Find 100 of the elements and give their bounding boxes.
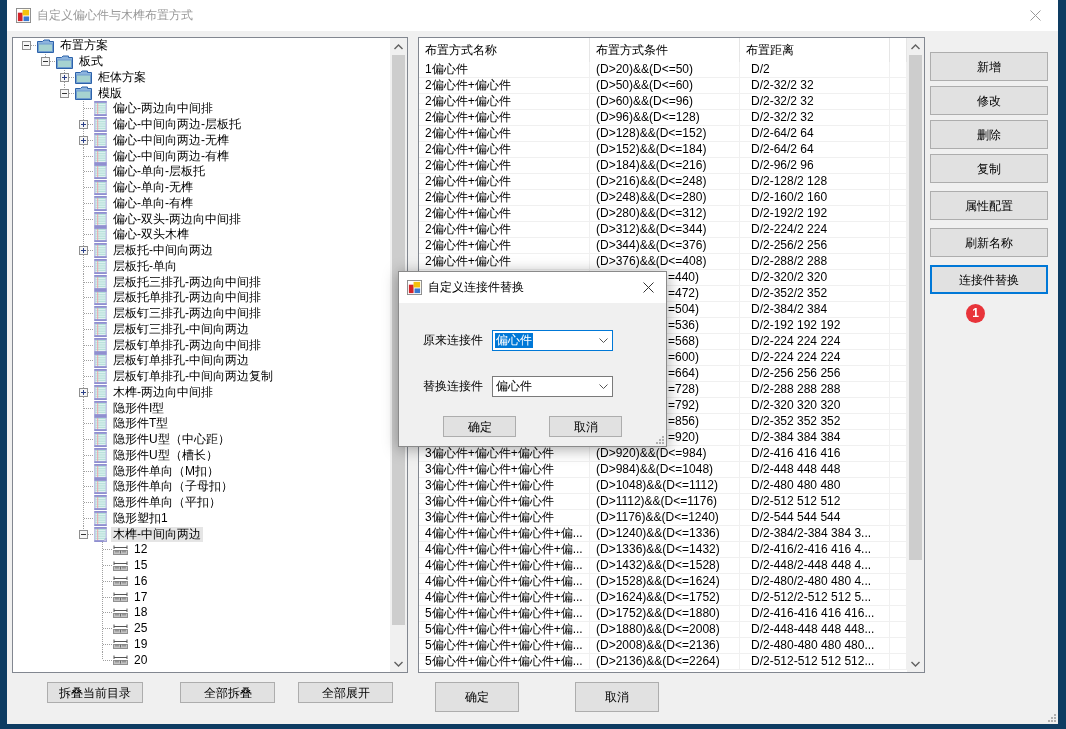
table-cell: (D>128)&&(D<=152) [590,126,740,141]
tree-item[interactable]: 偏心-中间向两边-有榫 [111,148,231,164]
tree-item[interactable]: 偏心-单向-层板托 [111,164,207,180]
lined-page-icon [94,526,107,542]
column-header[interactable]: 布置方式名称 [419,38,590,62]
collapse-minus-icon[interactable] [22,41,31,51]
table-cell: 4偏心件+偏心件+偏心件+偏... [419,590,590,605]
ruler-icon [113,639,128,650]
dialog-button[interactable]: 取消 [549,416,622,437]
table-cell: =856) [668,414,700,429]
action-button[interactable]: 新增 [930,52,1048,81]
tree-item[interactable]: 木榫-两边向中间排 [111,384,215,400]
dropdown[interactable]: 偏心件 [492,330,613,351]
dialog-button[interactable]: 确定 [435,682,519,712]
tree-item[interactable]: 偏心-单向-无榫 [111,180,195,196]
tree-item[interactable]: 偏心-双头木榫 [111,227,191,243]
tree-item[interactable]: 层板钉单排孔-中间向两边复制 [111,369,275,385]
lined-page-icon [94,337,107,353]
collapse-minus-icon[interactable] [79,529,88,539]
tree-item[interactable]: 层板钉三排孔-两边向中间排 [111,306,263,322]
tree-item[interactable]: 柜体方案 [96,69,148,85]
tree-item[interactable]: 15 [132,558,150,574]
tree-item[interactable]: 偏心-两边向中间排 [111,101,215,117]
tree-item[interactable]: 层板钉单排孔-中间向两边 [111,353,251,369]
scrollbar-thumb[interactable] [909,55,922,560]
tree-item[interactable]: 布置方案 [58,38,110,54]
column-header[interactable]: 布置距离 [740,38,890,62]
action-button[interactable]: 复制 [930,154,1048,183]
tree-item[interactable]: 偏心-中间向两边-无榫 [111,132,231,148]
tree-item[interactable]: 层板钉三排孔-中间向两边 [111,321,251,337]
tree-item[interactable]: 12 [132,542,150,558]
expand-plus-icon[interactable] [79,120,88,130]
table-cell: 2偏心件+偏心件 [419,238,590,253]
tree-item[interactable]: 隐形件单向（M扣） [111,463,221,479]
resize-grip-icon[interactable] [1047,713,1056,722]
tree-item[interactable]: 隐形件U型（槽长） [111,447,220,463]
dialog-title: 自定义连接件替换 [428,280,524,295]
tree-item[interactable]: 隐形件I型 [111,400,167,416]
tree-item[interactable]: 偏心-单向-有榫 [111,195,195,211]
tree-item[interactable]: 16 [132,573,150,589]
tree-item[interactable]: 层板托-中间向两边 [111,243,215,259]
column-header[interactable]: 布置方式条件 [590,38,740,62]
tree-item[interactable]: 17 [132,589,150,605]
tree-item[interactable]: 隐形件T型 [111,416,171,432]
table-cell: D/2-480 480 480 [740,478,890,493]
table-cell: (D>2136)&&(D<=2264) [590,654,740,669]
table-cell: (D>60)&&(D<=96) [590,94,740,109]
expand-plus-icon[interactable] [79,387,88,397]
tree-item[interactable]: 层板托三排孔-两边向中间排 [111,274,263,290]
action-button[interactable]: 连接件替换 [930,265,1048,294]
action-button[interactable]: 刷新名称 [930,228,1048,257]
tree-item[interactable]: 层板托单排孔-两边向中间排 [111,290,263,306]
tree-item[interactable]: 隐形件U型（中心距） [111,432,232,448]
expand-plus-icon[interactable] [79,246,88,256]
tree-item[interactable]: 隐形件单向（子母扣） [111,479,235,495]
dropdown[interactable]: 偏心件 [492,376,613,397]
lined-page-icon [94,274,107,290]
table-cell: D/2-288 288 288 [740,382,890,397]
tree-item[interactable]: 25 [132,621,150,637]
tree-action-button[interactable]: 全部拆叠 [180,682,275,703]
lined-page-icon [94,400,107,416]
tree-item[interactable]: 层板钉单排孔-两边向中间排 [111,337,263,353]
app-icon [16,8,31,23]
lined-page-icon [94,180,107,196]
tree-item[interactable]: 层板托-单向 [111,258,179,274]
lined-page-icon [94,132,107,148]
collapse-minus-icon[interactable] [60,88,69,98]
tree-item[interactable]: 木榫-中间向两边 [111,526,203,542]
tree-item[interactable]: 20 [132,652,150,668]
tree-item[interactable]: 隐形件单向（平扣） [111,495,223,511]
resize-grip-icon[interactable] [655,435,664,444]
tree-item[interactable]: 偏心-中间向两边-层板托 [111,117,243,133]
expand-plus-icon[interactable] [60,72,69,82]
tree-action-button[interactable]: 全部展开 [298,682,393,703]
table-cell: (D>2008)&&(D<=2136) [590,638,740,653]
chevron-down-icon [599,338,608,343]
collapse-minus-icon[interactable] [41,57,50,67]
lined-page-icon [94,321,107,337]
table-cell: D/2-96/2 96 [740,158,890,173]
vertical-scrollbar[interactable] [907,38,924,672]
tree-item[interactable]: 模版 [96,85,124,101]
dialog-button[interactable]: 取消 [575,682,659,712]
table-cell: D/2-320/2 320 [740,270,890,285]
tree-item[interactable]: 18 [132,605,150,621]
action-button[interactable]: 删除 [930,120,1048,149]
tree-item[interactable]: 19 [132,636,150,652]
tree-item[interactable]: 板式 [77,54,105,70]
expand-plus-icon[interactable] [79,135,88,145]
tree-item[interactable]: 隐形塑扣1 [111,510,170,526]
lined-page-icon [94,463,107,479]
action-button[interactable]: 修改 [930,86,1048,115]
table-cell: D/2-192/2 192 [740,206,890,221]
lined-page-icon [94,353,107,369]
table-cell: 2偏心件+偏心件 [419,94,590,109]
tree-item[interactable]: 偏心-双头-两边向中间排 [111,211,243,227]
tree-action-button[interactable]: 拆叠当前目录 [47,682,143,703]
lined-page-icon [94,195,107,211]
dialog-button[interactable]: 确定 [443,416,516,437]
action-button[interactable]: 属性配置 [930,191,1048,220]
table-cell: 4偏心件+偏心件+偏心件+偏... [419,526,590,541]
